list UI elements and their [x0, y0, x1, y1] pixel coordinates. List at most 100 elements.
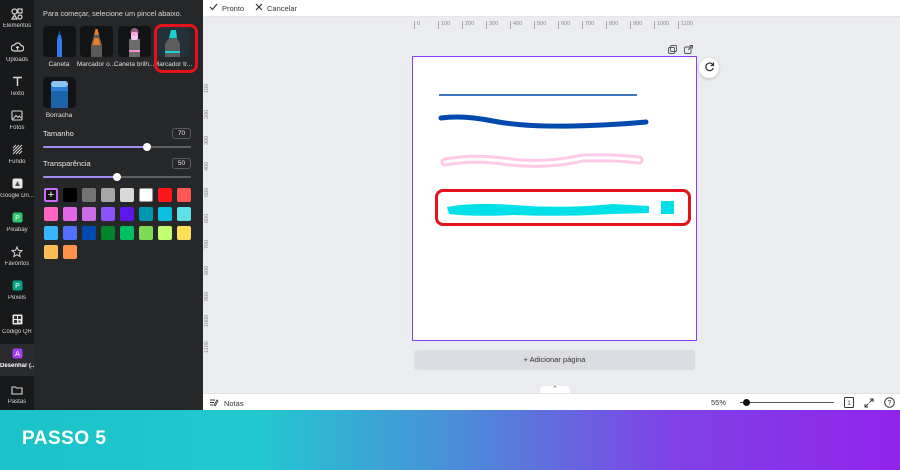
- size-label: Tamanho: [43, 129, 74, 138]
- color-swatch[interactable]: [63, 245, 77, 259]
- color-swatch[interactable]: [82, 188, 96, 202]
- help-icon[interactable]: ?: [884, 397, 895, 408]
- color-swatch[interactable]: [44, 245, 58, 259]
- pattern-icon: [10, 143, 24, 156]
- tool-glow-pen[interactable]: [118, 26, 151, 57]
- color-swatch[interactable]: [120, 226, 134, 240]
- size-slider-fill: [43, 146, 147, 148]
- shapes-icon: [10, 7, 24, 20]
- transparency-slider[interactable]: [43, 173, 191, 181]
- color-swatch[interactable]: [139, 188, 153, 202]
- zoom-slider-thumb[interactable]: [743, 399, 750, 406]
- chevron-up-icon: ⌃: [552, 386, 558, 393]
- done-button[interactable]: Pronto: [209, 3, 244, 13]
- google-drive-icon: [10, 177, 24, 190]
- color-swatch[interactable]: [177, 207, 191, 221]
- add-color-button[interactable]: +: [44, 188, 58, 202]
- vertical-ruler: 100 200 300 400 500 600 700 800 900 1000 1100: [203, 30, 213, 393]
- sidebar-item-label: Favoritos: [4, 261, 30, 267]
- transparency-slider-thumb[interactable]: [113, 173, 121, 181]
- sidebar-item-pixabay[interactable]: P Pixabay: [0, 208, 34, 240]
- svg-text:P: P: [15, 283, 20, 290]
- duplicate-page-icon[interactable]: [667, 44, 677, 54]
- fullscreen-icon[interactable]: [863, 397, 874, 408]
- pexels-icon: P: [10, 279, 24, 292]
- close-icon: [255, 3, 263, 13]
- size-slider[interactable]: [43, 143, 191, 151]
- svg-text:A: A: [15, 351, 20, 358]
- ruler-tick: 1000: [654, 21, 669, 29]
- sidebar-item-desenhar[interactable]: A Desenhar (...: [0, 344, 34, 376]
- star-icon: [10, 245, 24, 258]
- sidebar-item-label: Elementos: [2, 23, 32, 29]
- sidebar-item-fundo[interactable]: Fundo: [0, 140, 34, 172]
- ruler-tick: 800: [606, 21, 618, 29]
- check-icon: [209, 3, 218, 13]
- sidebar-item-pastas[interactable]: Pastas: [0, 380, 34, 412]
- page-count-icon[interactable]: 1: [843, 397, 854, 408]
- marker-stroke[interactable]: [438, 114, 649, 129]
- color-swatch[interactable]: [158, 188, 172, 202]
- sidebar-item-label: Código QR: [2, 329, 32, 335]
- color-swatch[interactable]: [63, 226, 77, 240]
- bottom-bar: Notas 55% 1 ?: [203, 393, 900, 410]
- ruler-tick: 200: [204, 109, 210, 119]
- sidebar-item-fotos[interactable]: Fotos: [0, 106, 34, 138]
- sidebar-item-texto[interactable]: Texto: [0, 72, 34, 104]
- ruler-tick: 900: [630, 21, 642, 29]
- color-swatch[interactable]: [101, 226, 115, 240]
- svg-text:1: 1: [847, 401, 851, 407]
- step-banner: PASSO 5: [0, 410, 900, 470]
- ruler-tick: 300: [486, 21, 498, 29]
- color-swatch[interactable]: [177, 226, 191, 240]
- tool-label: Borracha: [45, 112, 73, 119]
- add-page-button[interactable]: + Adicionar página: [414, 350, 695, 370]
- draw-toolbar: Pronto Cancelar: [203, 0, 900, 17]
- color-swatch[interactable]: [158, 226, 172, 240]
- color-swatch[interactable]: [63, 188, 77, 202]
- regenerate-button[interactable]: [699, 58, 719, 78]
- color-swatch[interactable]: [44, 207, 58, 221]
- color-swatch[interactable]: [44, 226, 58, 240]
- color-swatch[interactable]: [82, 226, 96, 240]
- refresh-icon: [704, 59, 715, 77]
- transparency-input[interactable]: 50: [172, 158, 191, 169]
- tool-selection-highlight: [154, 24, 198, 73]
- sidebar-item-pexels[interactable]: P Pexels: [0, 276, 34, 308]
- zoom-level[interactable]: 55%: [711, 398, 726, 407]
- notes-label: Notas: [224, 399, 244, 408]
- cancel-button[interactable]: Cancelar: [255, 3, 297, 13]
- sidebar-item-favoritos[interactable]: Favoritos: [0, 242, 34, 274]
- stroke-selection-highlight: [435, 189, 691, 226]
- app-root: Elementos Uploads Texto Fotos Fundo Goog…: [0, 0, 900, 470]
- color-swatch[interactable]: [158, 207, 172, 221]
- color-swatch[interactable]: [139, 207, 153, 221]
- color-swatch[interactable]: [101, 207, 115, 221]
- tool-marker[interactable]: [80, 26, 113, 57]
- eraser-icon: [43, 81, 76, 112]
- color-swatch[interactable]: [120, 188, 134, 202]
- notes-button[interactable]: Notas: [209, 398, 244, 409]
- sidebar-item-label: Pixabay: [6, 227, 28, 233]
- plus-icon: +: [47, 189, 55, 201]
- tool-eraser[interactable]: [43, 77, 76, 108]
- sidebar-item-uploads[interactable]: Uploads: [0, 38, 34, 70]
- size-slider-thumb[interactable]: [142, 143, 151, 151]
- color-swatch[interactable]: [63, 207, 77, 221]
- sidebar-item-elementos[interactable]: Elementos: [0, 4, 34, 36]
- color-swatch[interactable]: [120, 207, 134, 221]
- size-input[interactable]: 70: [172, 128, 191, 139]
- zoom-slider[interactable]: [740, 402, 834, 403]
- color-swatch[interactable]: [82, 207, 96, 221]
- ruler-tick: 0: [414, 21, 420, 29]
- sidebar-item-codigo-qr[interactable]: Código QR: [0, 310, 34, 342]
- color-swatch[interactable]: [139, 226, 153, 240]
- color-swatch[interactable]: [101, 188, 115, 202]
- horizontal-ruler: 0 100 200 300 400 500 600 700 800 900 1000 1100: [209, 18, 900, 30]
- color-swatch[interactable]: [177, 188, 191, 202]
- share-page-icon[interactable]: [683, 44, 693, 54]
- ruler-tick: 600: [204, 213, 210, 223]
- sidebar-item-google-drive[interactable]: Google Dri...: [0, 174, 34, 206]
- tool-pen[interactable]: [43, 26, 76, 57]
- ruler-tick: 100: [204, 83, 210, 93]
